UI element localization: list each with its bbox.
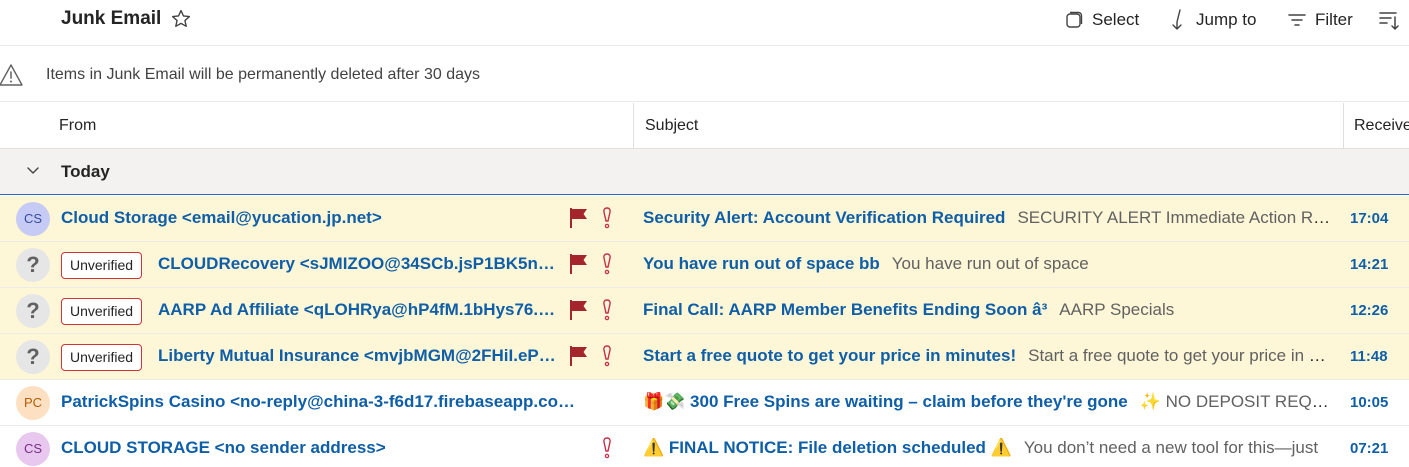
received-time: 10:05 [1350,394,1389,411]
unverified-badge: Unverified [61,252,143,279]
subject: Final Call: AARP Member Benefits Ending … [643,300,1048,319]
sender: CLOUDRecovery <sJMIZOO@34SCb.jsP1BK5n.co… [158,254,556,273]
jump-to-label: Jump to [1196,10,1257,29]
subject-line: Security Alert: Account Verification Req… [643,208,1331,228]
unverified-badge: Unverified [61,298,143,325]
received-time: 12:26 [1350,302,1389,319]
group-label: Today [61,162,110,181]
message-row[interactable]: PC PatrickSpins Casino <no-reply@china-3… [0,380,1409,426]
sender: PatrickSpins Casino <no-reply@china-3-f6… [61,392,581,411]
flag-icon[interactable] [569,345,589,367]
subject-line: ⚠️ FINAL NOTICE: File deletion scheduled… [643,438,1331,458]
avatar: CS [16,432,50,466]
sender: CLOUD STORAGE <no sender address> [61,438,386,457]
avatar: PC [16,386,50,420]
jump-to-button[interactable]: Jump to [1168,8,1256,32]
subject: Security Alert: Account Verification Req… [643,208,1006,227]
preview: ✨ NO DEPOSIT REQUIRED [1139,392,1331,411]
banner-text: Items in Junk Email will be permanently … [46,66,480,83]
flag-icon[interactable] [569,299,589,321]
subject-line: Final Call: AARP Member Benefits Ending … [643,300,1331,320]
high-importance-icon [603,437,611,459]
flag-icon[interactable] [569,253,589,275]
select-button[interactable]: Select [1064,8,1139,32]
subject-line: 🎁💸 300 Free Spins are waiting – claim be… [643,392,1331,412]
received-time: 14:21 [1350,256,1389,273]
subject: ⚠️ FINAL NOTICE: File deletion scheduled… [643,438,1012,457]
preview: You don’t need a new tool for this—just [1023,438,1319,457]
chevron-down-icon[interactable] [27,166,39,176]
column-header-from[interactable]: From [59,103,96,149]
preview: AARP Specials [1059,300,1175,319]
message-row[interactable]: CS CLOUD STORAGE <no sender address> ⚠️ … [0,426,1409,467]
high-importance-icon [603,207,611,229]
select-icon [1066,11,1083,28]
subject: Start a free quote to get your price in … [643,346,1017,365]
subject: 🎁💸 300 Free Spins are waiting – claim be… [643,392,1128,411]
column-header-received[interactable]: Received [1343,103,1409,149]
select-label: Select [1092,10,1140,29]
high-importance-icon [603,345,611,367]
message-row[interactable]: CS Cloud Storage <email@yucation.jp.net>… [0,196,1409,242]
subject: You have run out of space bb [643,254,880,273]
folder-title: Junk Email [61,8,162,29]
jump-to-icon [1172,9,1182,30]
avatar: ? [16,340,50,374]
subject-line: You have run out of space bb You have run… [643,254,1331,274]
subject-line: Start a free quote to get your price in … [643,346,1331,366]
avatar: ? [16,294,50,328]
high-importance-icon [603,253,611,275]
warning-icon [0,64,23,86]
junk-retention-banner: Items in Junk Email will be permanently … [0,47,1409,102]
received-time: 07:21 [1350,440,1389,457]
message-row[interactable]: ? Unverified Liberty Mutual Insurance <m… [0,334,1409,380]
flag-icon[interactable] [569,207,589,229]
filter-button[interactable]: Filter [1287,8,1353,32]
preview: Start a free quote to get your price in … [1028,346,1331,365]
column-header-subject[interactable]: Subject [633,103,1343,149]
sender: AARP Ad Affiliate <qLOHRya@hP4fM.1bHys76… [158,300,556,319]
avatar: ? [16,248,50,282]
favorite-star-icon[interactable] [170,8,192,30]
preview: SECURITY ALERT Immediate Action Required [1017,208,1331,227]
group-header-today[interactable]: Today [0,149,1409,195]
received-time: 11:48 [1350,348,1388,365]
unverified-badge: Unverified [61,344,143,371]
filter-label: Filter [1315,10,1353,29]
filter-icon [1288,14,1306,26]
message-row[interactable]: ? Unverified AARP Ad Affiliate <qLOHRya@… [0,288,1409,334]
sender: Cloud Storage <email@yucation.jp.net> [61,208,382,227]
sender: Liberty Mutual Insurance <mvjbMGM@2FHiI.… [158,346,556,365]
preview: You have run out of space [891,254,1089,273]
high-importance-icon [603,299,611,321]
received-time: 17:04 [1350,210,1389,227]
message-row[interactable]: ? Unverified CLOUDRecovery <sJMIZOO@34SC… [0,242,1409,288]
avatar: CS [16,202,50,236]
sort-icon[interactable] [1378,9,1400,31]
column-headers: From Subject Received [0,103,1409,149]
toolbar: Junk Email Select Jump to Filter [0,0,1409,46]
